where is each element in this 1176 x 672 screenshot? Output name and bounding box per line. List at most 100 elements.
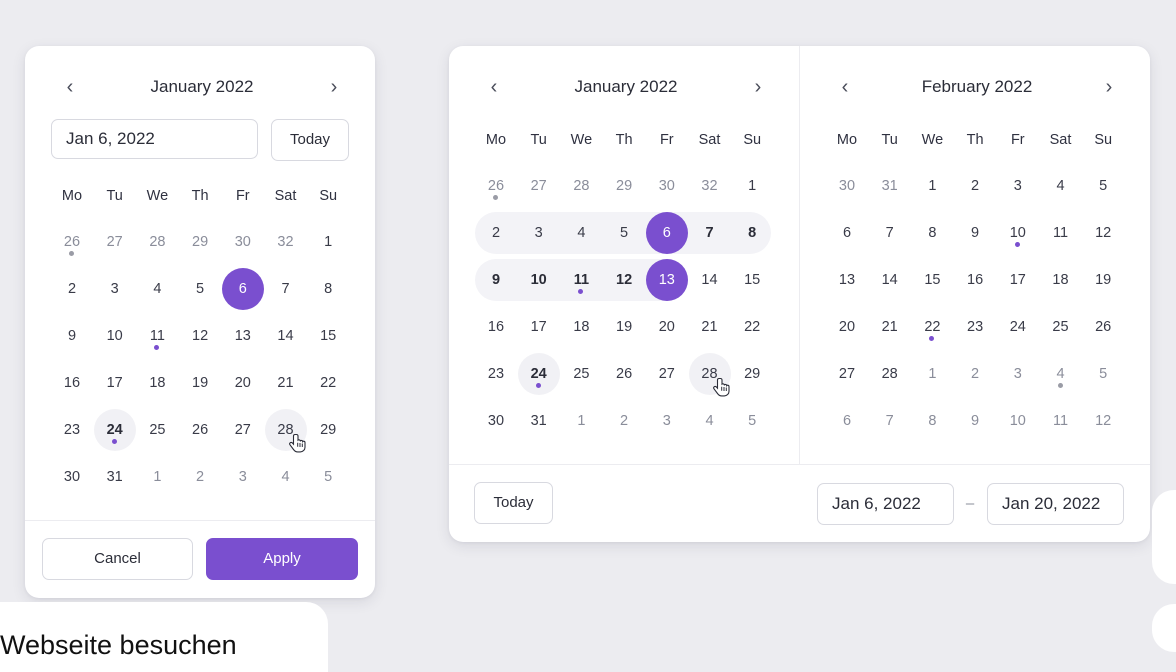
day-cell[interactable]: 22 — [911, 306, 953, 348]
day-cell[interactable]: 14 — [869, 259, 911, 301]
day-cell[interactable]: 30 — [646, 165, 688, 207]
day-cell[interactable]: 16 — [51, 362, 93, 404]
day-cell[interactable]: 7 — [689, 212, 731, 254]
day-cell[interactable]: 26 — [51, 221, 93, 263]
day-cell[interactable]: 8 — [911, 400, 953, 442]
day-cell[interactable]: 4 — [689, 400, 731, 442]
day-cell[interactable]: 1 — [560, 400, 602, 442]
day-cell[interactable]: 3 — [222, 456, 264, 498]
day-cell[interactable]: 15 — [307, 315, 349, 357]
day-cell[interactable]: 30 — [826, 165, 868, 207]
day-cell[interactable]: 12 — [1082, 212, 1124, 254]
day-cell[interactable]: 21 — [689, 306, 731, 348]
day-cell[interactable]: 10 — [997, 400, 1039, 442]
day-cell[interactable]: 1 — [307, 221, 349, 263]
day-cell[interactable]: 11 — [1040, 400, 1082, 442]
day-cell[interactable]: 5 — [179, 268, 221, 310]
day-cell[interactable]: 19 — [1082, 259, 1124, 301]
chevron-right-icon[interactable]: › — [745, 72, 771, 102]
day-cell[interactable]: 21 — [869, 306, 911, 348]
day-cell[interactable]: 22 — [731, 306, 773, 348]
day-cell[interactable]: 17 — [94, 362, 136, 404]
day-cell[interactable]: 9 — [954, 212, 996, 254]
day-cell[interactable]: 4 — [1040, 353, 1082, 395]
chevron-right-icon[interactable]: › — [1096, 72, 1122, 102]
day-cell[interactable]: 25 — [136, 409, 178, 451]
day-cell[interactable]: 27 — [826, 353, 868, 395]
day-cell[interactable]: 22 — [307, 362, 349, 404]
day-cell[interactable]: 3 — [997, 165, 1039, 207]
day-cell[interactable]: 10 — [997, 212, 1039, 254]
day-cell[interactable]: 13 — [826, 259, 868, 301]
visit-website-link[interactable]: Webseite besuchen — [0, 602, 328, 672]
day-cell[interactable]: 4 — [1040, 165, 1082, 207]
day-cell[interactable]: 26 — [179, 409, 221, 451]
day-cell[interactable]: 1 — [911, 165, 953, 207]
day-cell[interactable]: 27 — [646, 353, 688, 395]
day-cell[interactable]: 23 — [51, 409, 93, 451]
day-cell[interactable]: 9 — [954, 400, 996, 442]
day-cell[interactable]: 17 — [518, 306, 560, 348]
day-cell[interactable]: 28 — [136, 221, 178, 263]
day-cell[interactable]: 5 — [731, 400, 773, 442]
day-cell[interactable]: 27 — [94, 221, 136, 263]
day-cell[interactable]: 29 — [179, 221, 221, 263]
day-cell-selected[interactable]: 13 — [645, 259, 688, 301]
day-cell[interactable]: 4 — [136, 268, 178, 310]
day-cell[interactable]: 24 — [997, 306, 1039, 348]
day-cell[interactable]: 18 — [560, 306, 602, 348]
day-cell[interactable]: 11 — [136, 315, 178, 357]
day-cell[interactable]: 24 — [93, 409, 136, 451]
day-cell[interactable]: 23 — [475, 353, 517, 395]
day-cell[interactable]: 9 — [51, 315, 93, 357]
day-cell[interactable]: 1 — [136, 456, 178, 498]
day-cell[interactable]: 18 — [1040, 259, 1082, 301]
chevron-right-icon[interactable]: › — [321, 72, 347, 102]
day-cell[interactable]: 10 — [518, 259, 560, 301]
day-cell[interactable]: 31 — [518, 400, 560, 442]
day-cell[interactable]: 29 — [603, 165, 645, 207]
day-cell-selected[interactable]: 6 — [645, 212, 688, 254]
day-cell[interactable]: 16 — [475, 306, 517, 348]
day-cell[interactable]: 6 — [826, 212, 868, 254]
day-cell[interactable]: 4 — [265, 456, 307, 498]
day-cell[interactable]: 12 — [179, 315, 221, 357]
day-cell[interactable]: 25 — [560, 353, 602, 395]
day-cell[interactable]: 32 — [265, 221, 307, 263]
cancel-button[interactable]: Cancel — [42, 538, 193, 580]
day-cell[interactable]: 30 — [51, 456, 93, 498]
date-input[interactable]: Jan 6, 2022 — [51, 119, 258, 159]
day-cell[interactable]: 3 — [94, 268, 136, 310]
day-cell[interactable]: 17 — [997, 259, 1039, 301]
day-cell[interactable]: 20 — [646, 306, 688, 348]
day-cell[interactable]: 25 — [1040, 306, 1082, 348]
day-cell[interactable]: 28 — [560, 165, 602, 207]
day-cell[interactable]: 5 — [603, 212, 645, 254]
day-cell[interactable]: 3 — [646, 400, 688, 442]
day-cell[interactable]: 28 — [869, 353, 911, 395]
day-cell[interactable]: 8 — [307, 268, 349, 310]
day-cell[interactable]: 13 — [222, 315, 264, 357]
day-cell[interactable]: 21 — [265, 362, 307, 404]
day-cell[interactable]: 8 — [731, 212, 773, 254]
day-cell[interactable]: 29 — [731, 353, 773, 395]
day-cell[interactable]: 26 — [1082, 306, 1124, 348]
day-cell[interactable]: 14 — [265, 315, 307, 357]
day-cell[interactable]: 32 — [689, 165, 731, 207]
day-cell[interactable]: 23 — [954, 306, 996, 348]
day-cell[interactable]: 3 — [997, 353, 1039, 395]
day-cell[interactable]: 27 — [222, 409, 264, 451]
day-cell[interactable]: 1 — [911, 353, 953, 395]
day-cell[interactable]: 5 — [1082, 165, 1124, 207]
day-cell[interactable]: 11 — [1040, 212, 1082, 254]
day-cell[interactable]: 19 — [179, 362, 221, 404]
day-cell[interactable]: 16 — [954, 259, 996, 301]
day-cell[interactable]: 2 — [51, 268, 93, 310]
end-date-input[interactable]: Jan 20, 2022 — [987, 483, 1124, 525]
day-cell[interactable]: 28 — [688, 353, 731, 395]
day-cell[interactable]: 5 — [1082, 353, 1124, 395]
day-cell[interactable]: 7 — [265, 268, 307, 310]
day-cell[interactable]: 5 — [307, 456, 349, 498]
today-button[interactable]: Today — [474, 482, 553, 524]
day-cell[interactable]: 2 — [475, 212, 517, 254]
